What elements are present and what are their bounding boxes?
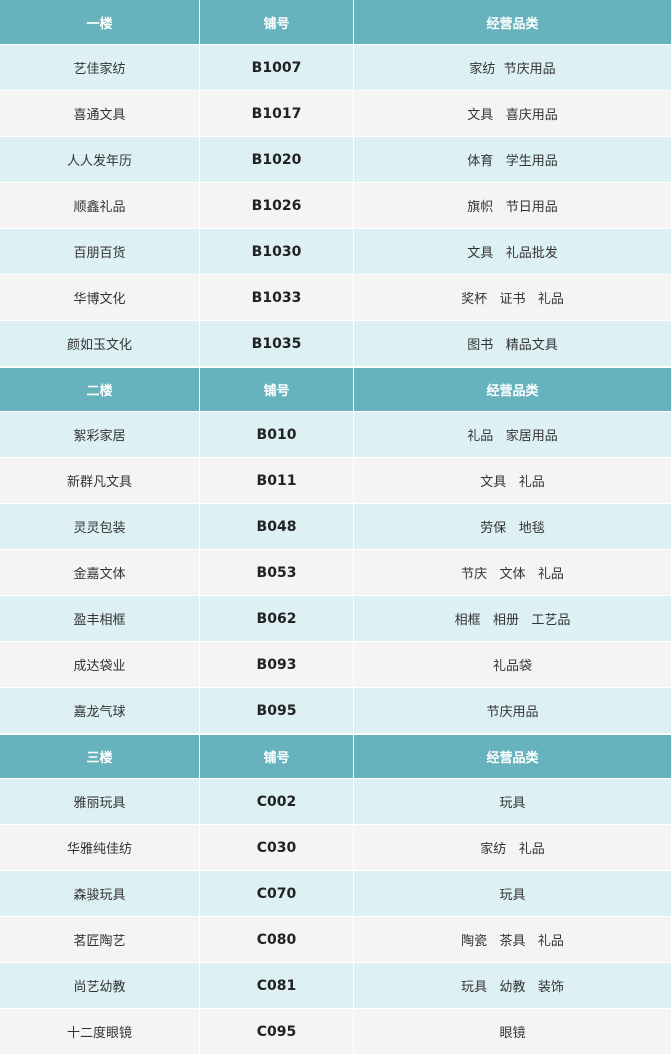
table-row: 嘉龙气球 B095 节庆用品 [0, 688, 671, 734]
shop-category: 陶瓷 茶具 礼品 [461, 934, 564, 949]
table-row: 喜通文具 B1017 文具 喜庆用品 [0, 91, 671, 137]
shop-code-header: 铺号 [200, 735, 354, 778]
table-row: 灵灵包装 B048 劳保 地毯 [0, 504, 671, 550]
shop-name: 新群凡文具 [0, 458, 200, 503]
shop-code: C095 [200, 1009, 354, 1054]
shop-name: 百朋百货 [0, 229, 200, 274]
table-row: 颜如玉文化 B1035 图书 精品文具 [0, 321, 671, 367]
category-header: 经营品类 [486, 751, 539, 766]
table-row: 盈丰相框 B062 相框 相册 工艺品 [0, 596, 671, 642]
table-row: 新群凡文具 B011 文具 礼品 [0, 458, 671, 504]
shop-name: 尚艺幼教 [0, 963, 200, 1008]
shop-code: C070 [200, 871, 354, 916]
table-row: 絮彩家居 B010 礼品 家居用品 [0, 412, 671, 458]
shop-name: 金嘉文体 [0, 550, 200, 595]
shop-category: 玩具 [499, 796, 526, 811]
shop-code: C081 [200, 963, 354, 1008]
table-header-row: 一楼 铺号 经营品类 [0, 0, 671, 45]
shop-name: 华博文化 [0, 275, 200, 320]
floor-section-3: 三楼 铺号 经营品类 雅丽玩具 C002 玩具 华雅纯佳纺 C030 家纺 礼品… [0, 734, 671, 1055]
shop-name: 灵灵包装 [0, 504, 200, 549]
category-header: 经营品类 [486, 384, 539, 399]
shop-category: 相框 相册 工艺品 [454, 613, 571, 628]
floor-section-2: 二楼 铺号 经营品类 絮彩家居 B010 礼品 家居用品 新群凡文具 B011 … [0, 367, 671, 734]
table-header-row: 三楼 铺号 经营品类 [0, 734, 671, 779]
shop-name: 十二度眼镜 [0, 1009, 200, 1054]
floor-section-1: 一楼 铺号 经营品类 艺佳家纺 B1007 家纺 节庆用品 喜通文具 B1017… [0, 0, 671, 367]
shop-code: C030 [200, 825, 354, 870]
shop-category: 家纺 节庆用品 [469, 62, 556, 77]
shop-category: 玩具 幼教 装饰 [461, 980, 564, 995]
shop-category: 奖杯 证书 礼品 [461, 292, 564, 307]
shop-category: 礼品袋 [492, 659, 532, 674]
shop-name: 喜通文具 [0, 91, 200, 136]
shop-category: 文具 礼品 [480, 475, 545, 490]
shop-name: 华雅纯佳纺 [0, 825, 200, 870]
shop-code-header: 铺号 [200, 368, 354, 411]
shop-category: 图书 精品文具 [467, 338, 558, 353]
table-row: 成达袋业 B093 礼品袋 [0, 642, 671, 688]
shop-name: 嘉龙气球 [0, 688, 200, 733]
shop-category: 玩具 [499, 888, 526, 903]
table-row: 尚艺幼教 C081 玩具 幼教 装饰 [0, 963, 671, 1009]
shop-code: B1026 [200, 183, 354, 228]
shop-name: 絮彩家居 [0, 412, 200, 457]
table-row: 茗匠陶艺 C080 陶瓷 茶具 礼品 [0, 917, 671, 963]
shop-code: B1030 [200, 229, 354, 274]
shop-name: 成达袋业 [0, 642, 200, 687]
shop-category: 旗帜 节日用品 [467, 200, 558, 215]
shop-code: B1033 [200, 275, 354, 320]
shop-name: 艺佳家纺 [0, 45, 200, 90]
shop-category: 节庆用品 [486, 705, 539, 720]
table-header-row: 二楼 铺号 经营品类 [0, 367, 671, 412]
table-row: 百朋百货 B1030 文具 礼品批发 [0, 229, 671, 275]
shop-code: B011 [200, 458, 354, 503]
shop-category: 文具 喜庆用品 [467, 108, 558, 123]
shop-category: 体育 学生用品 [467, 154, 558, 169]
table-row: 森骏玩具 C070 玩具 [0, 871, 671, 917]
table-row: 艺佳家纺 B1007 家纺 节庆用品 [0, 45, 671, 91]
shop-code: B095 [200, 688, 354, 733]
table-row: 人人发年历 B1020 体育 学生用品 [0, 137, 671, 183]
shop-name: 森骏玩具 [0, 871, 200, 916]
shop-category: 眼镜 [499, 1026, 526, 1041]
table-row: 雅丽玩具 C002 玩具 [0, 779, 671, 825]
floor-header: 三楼 [0, 735, 200, 778]
table-row: 十二度眼镜 C095 眼镜 [0, 1009, 671, 1055]
shop-code: B093 [200, 642, 354, 687]
shop-code-header: 铺号 [200, 0, 354, 44]
shop-code: C002 [200, 779, 354, 824]
shop-code: B053 [200, 550, 354, 595]
shop-category: 节庆 文体 礼品 [461, 567, 564, 582]
table-row: 华雅纯佳纺 C030 家纺 礼品 [0, 825, 671, 871]
shop-category: 家纺 礼品 [480, 842, 545, 857]
shop-name: 人人发年历 [0, 137, 200, 182]
shop-code: B048 [200, 504, 354, 549]
shop-code: B010 [200, 412, 354, 457]
shop-name: 盈丰相框 [0, 596, 200, 641]
shop-code: B1020 [200, 137, 354, 182]
store-directory-table: 一楼 铺号 经营品类 艺佳家纺 B1007 家纺 节庆用品 喜通文具 B1017… [0, 0, 671, 1055]
shop-category: 劳保 地毯 [480, 521, 545, 536]
shop-name: 雅丽玩具 [0, 779, 200, 824]
shop-name: 茗匠陶艺 [0, 917, 200, 962]
shop-category: 文具 礼品批发 [467, 246, 558, 261]
shop-code: B062 [200, 596, 354, 641]
floor-header: 一楼 [0, 0, 200, 44]
shop-code: C080 [200, 917, 354, 962]
shop-category: 礼品 家居用品 [467, 429, 558, 444]
shop-name: 颜如玉文化 [0, 321, 200, 366]
shop-name: 顺鑫礼品 [0, 183, 200, 228]
category-header: 经营品类 [486, 16, 539, 32]
floor-header: 二楼 [0, 368, 200, 411]
table-row: 顺鑫礼品 B1026 旗帜 节日用品 [0, 183, 671, 229]
shop-code: B1007 [200, 45, 354, 90]
table-row: 金嘉文体 B053 节庆 文体 礼品 [0, 550, 671, 596]
table-row: 华博文化 B1033 奖杯 证书 礼品 [0, 275, 671, 321]
shop-code: B1035 [200, 321, 354, 366]
shop-code: B1017 [200, 91, 354, 136]
